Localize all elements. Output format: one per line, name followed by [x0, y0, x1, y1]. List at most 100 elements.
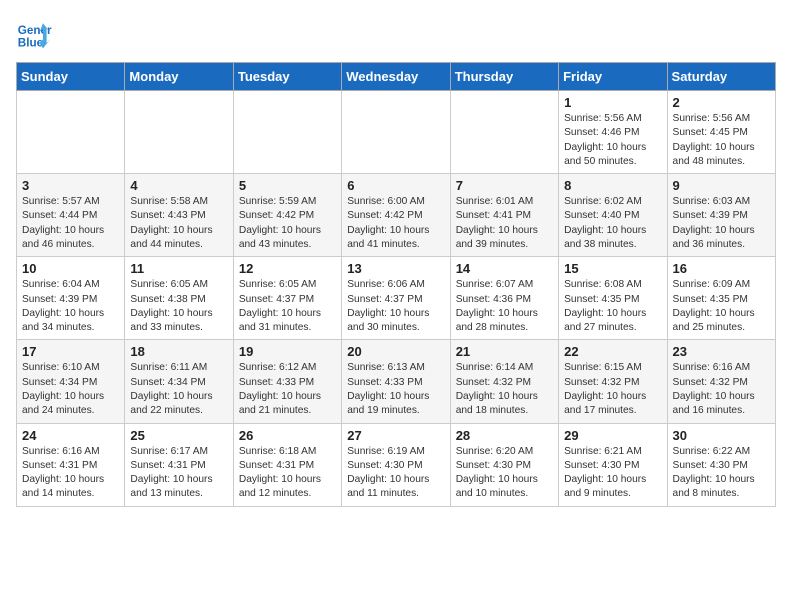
day-info: Sunrise: 6:07 AM Sunset: 4:36 PM Dayligh… — [456, 278, 553, 335]
calendar-cell: 2 Sunrise: 5:56 AM Sunset: 4:45 PM Daylig… — [667, 91, 775, 174]
day-number: 20 — [347, 344, 444, 359]
calendar-body: 1 Sunrise: 5:56 AM Sunset: 4:46 PM Daylig… — [17, 91, 776, 507]
calendar-cell: 21 Sunrise: 6:14 AM Sunset: 4:32 PM Dayli… — [450, 340, 558, 423]
calendar-cell: 9 Sunrise: 6:03 AM Sunset: 4:39 PM Daylig… — [667, 174, 775, 257]
day-header-saturday: Saturday — [667, 63, 775, 91]
calendar-cell: 6 Sunrise: 6:00 AM Sunset: 4:42 PM Daylig… — [342, 174, 450, 257]
day-info: Sunrise: 6:19 AM Sunset: 4:30 PM Dayligh… — [347, 445, 444, 502]
day-number: 8 — [564, 178, 661, 193]
logo-icon: General Blue — [16, 16, 52, 52]
day-header-monday: Monday — [125, 63, 233, 91]
day-info: Sunrise: 6:03 AM Sunset: 4:39 PM Dayligh… — [673, 195, 770, 252]
day-info: Sunrise: 6:15 AM Sunset: 4:32 PM Dayligh… — [564, 361, 661, 418]
day-header-sunday: Sunday — [17, 63, 125, 91]
calendar-cell: 22 Sunrise: 6:15 AM Sunset: 4:32 PM Dayli… — [559, 340, 667, 423]
page-header: General Blue — [16, 16, 776, 52]
day-info: Sunrise: 6:08 AM Sunset: 4:35 PM Dayligh… — [564, 278, 661, 335]
day-number: 14 — [456, 261, 553, 276]
calendar-cell — [17, 91, 125, 174]
calendar-cell — [342, 91, 450, 174]
day-info: Sunrise: 6:10 AM Sunset: 4:34 PM Dayligh… — [22, 361, 119, 418]
day-header-wednesday: Wednesday — [342, 63, 450, 91]
day-info: Sunrise: 6:01 AM Sunset: 4:41 PM Dayligh… — [456, 195, 553, 252]
day-info: Sunrise: 5:58 AM Sunset: 4:43 PM Dayligh… — [130, 195, 227, 252]
day-info: Sunrise: 5:57 AM Sunset: 4:44 PM Dayligh… — [22, 195, 119, 252]
day-info: Sunrise: 6:21 AM Sunset: 4:30 PM Dayligh… — [564, 445, 661, 502]
calendar-cell: 28 Sunrise: 6:20 AM Sunset: 4:30 PM Dayli… — [450, 423, 558, 506]
day-info: Sunrise: 5:56 AM Sunset: 4:45 PM Dayligh… — [673, 112, 770, 169]
day-info: Sunrise: 6:17 AM Sunset: 4:31 PM Dayligh… — [130, 445, 227, 502]
calendar-week-4: 17 Sunrise: 6:10 AM Sunset: 4:34 PM Dayli… — [17, 340, 776, 423]
day-info: Sunrise: 6:04 AM Sunset: 4:39 PM Dayligh… — [22, 278, 119, 335]
calendar-cell — [125, 91, 233, 174]
calendar-cell: 4 Sunrise: 5:58 AM Sunset: 4:43 PM Daylig… — [125, 174, 233, 257]
calendar-week-5: 24 Sunrise: 6:16 AM Sunset: 4:31 PM Dayli… — [17, 423, 776, 506]
day-number: 6 — [347, 178, 444, 193]
day-number: 29 — [564, 428, 661, 443]
day-header-tuesday: Tuesday — [233, 63, 341, 91]
day-number: 17 — [22, 344, 119, 359]
day-number: 13 — [347, 261, 444, 276]
day-info: Sunrise: 5:56 AM Sunset: 4:46 PM Dayligh… — [564, 112, 661, 169]
calendar-cell: 17 Sunrise: 6:10 AM Sunset: 4:34 PM Dayli… — [17, 340, 125, 423]
calendar-cell: 10 Sunrise: 6:04 AM Sunset: 4:39 PM Dayli… — [17, 257, 125, 340]
day-number: 28 — [456, 428, 553, 443]
calendar-cell: 12 Sunrise: 6:05 AM Sunset: 4:37 PM Dayli… — [233, 257, 341, 340]
calendar-cell: 29 Sunrise: 6:21 AM Sunset: 4:30 PM Dayli… — [559, 423, 667, 506]
day-number: 12 — [239, 261, 336, 276]
day-info: Sunrise: 6:14 AM Sunset: 4:32 PM Dayligh… — [456, 361, 553, 418]
day-info: Sunrise: 6:12 AM Sunset: 4:33 PM Dayligh… — [239, 361, 336, 418]
day-info: Sunrise: 5:59 AM Sunset: 4:42 PM Dayligh… — [239, 195, 336, 252]
day-number: 22 — [564, 344, 661, 359]
day-number: 2 — [673, 95, 770, 110]
day-info: Sunrise: 6:11 AM Sunset: 4:34 PM Dayligh… — [130, 361, 227, 418]
day-info: Sunrise: 6:05 AM Sunset: 4:38 PM Dayligh… — [130, 278, 227, 335]
day-info: Sunrise: 6:20 AM Sunset: 4:30 PM Dayligh… — [456, 445, 553, 502]
calendar-cell: 26 Sunrise: 6:18 AM Sunset: 4:31 PM Dayli… — [233, 423, 341, 506]
day-number: 21 — [456, 344, 553, 359]
day-info: Sunrise: 6:22 AM Sunset: 4:30 PM Dayligh… — [673, 445, 770, 502]
day-header-friday: Friday — [559, 63, 667, 91]
day-number: 25 — [130, 428, 227, 443]
svg-text:General: General — [18, 24, 52, 37]
day-number: 5 — [239, 178, 336, 193]
calendar-cell: 30 Sunrise: 6:22 AM Sunset: 4:30 PM Dayli… — [667, 423, 775, 506]
calendar-cell: 27 Sunrise: 6:19 AM Sunset: 4:30 PM Dayli… — [342, 423, 450, 506]
logo: General Blue — [16, 16, 56, 52]
calendar-cell: 24 Sunrise: 6:16 AM Sunset: 4:31 PM Dayli… — [17, 423, 125, 506]
day-number: 9 — [673, 178, 770, 193]
day-info: Sunrise: 6:02 AM Sunset: 4:40 PM Dayligh… — [564, 195, 661, 252]
day-number: 10 — [22, 261, 119, 276]
day-info: Sunrise: 6:16 AM Sunset: 4:32 PM Dayligh… — [673, 361, 770, 418]
day-number: 16 — [673, 261, 770, 276]
day-number: 1 — [564, 95, 661, 110]
day-number: 27 — [347, 428, 444, 443]
calendar-cell: 3 Sunrise: 5:57 AM Sunset: 4:44 PM Daylig… — [17, 174, 125, 257]
day-number: 30 — [673, 428, 770, 443]
day-number: 26 — [239, 428, 336, 443]
day-info: Sunrise: 6:13 AM Sunset: 4:33 PM Dayligh… — [347, 361, 444, 418]
calendar-cell: 7Sunrise: 6:01 AM Sunset: 4:41 PM Daylig… — [450, 174, 558, 257]
calendar-cell: 25 Sunrise: 6:17 AM Sunset: 4:31 PM Dayli… — [125, 423, 233, 506]
calendar-cell: 23 Sunrise: 6:16 AM Sunset: 4:32 PM Dayli… — [667, 340, 775, 423]
calendar-cell: 11Sunrise: 6:05 AM Sunset: 4:38 PM Dayli… — [125, 257, 233, 340]
calendar-cell — [450, 91, 558, 174]
calendar-table: SundayMondayTuesdayWednesdayThursdayFrid… — [16, 62, 776, 507]
day-info: Sunrise: 6:16 AM Sunset: 4:31 PM Dayligh… — [22, 445, 119, 502]
day-number: 19 — [239, 344, 336, 359]
day-number: 4 — [130, 178, 227, 193]
day-info: Sunrise: 6:05 AM Sunset: 4:37 PM Dayligh… — [239, 278, 336, 335]
day-info: Sunrise: 6:06 AM Sunset: 4:37 PM Dayligh… — [347, 278, 444, 335]
day-info: Sunrise: 6:00 AM Sunset: 4:42 PM Dayligh… — [347, 195, 444, 252]
day-info: Sunrise: 6:18 AM Sunset: 4:31 PM Dayligh… — [239, 445, 336, 502]
day-number: 24 — [22, 428, 119, 443]
calendar-cell: 20 Sunrise: 6:13 AM Sunset: 4:33 PM Dayli… — [342, 340, 450, 423]
calendar-week-1: 1 Sunrise: 5:56 AM Sunset: 4:46 PM Daylig… — [17, 91, 776, 174]
calendar-week-3: 10 Sunrise: 6:04 AM Sunset: 4:39 PM Dayli… — [17, 257, 776, 340]
day-info: Sunrise: 6:09 AM Sunset: 4:35 PM Dayligh… — [673, 278, 770, 335]
day-number: 3 — [22, 178, 119, 193]
day-number: 18 — [130, 344, 227, 359]
day-number: 23 — [673, 344, 770, 359]
calendar-header: SundayMondayTuesdayWednesdayThursdayFrid… — [17, 63, 776, 91]
calendar-cell: 8 Sunrise: 6:02 AM Sunset: 4:40 PM Daylig… — [559, 174, 667, 257]
